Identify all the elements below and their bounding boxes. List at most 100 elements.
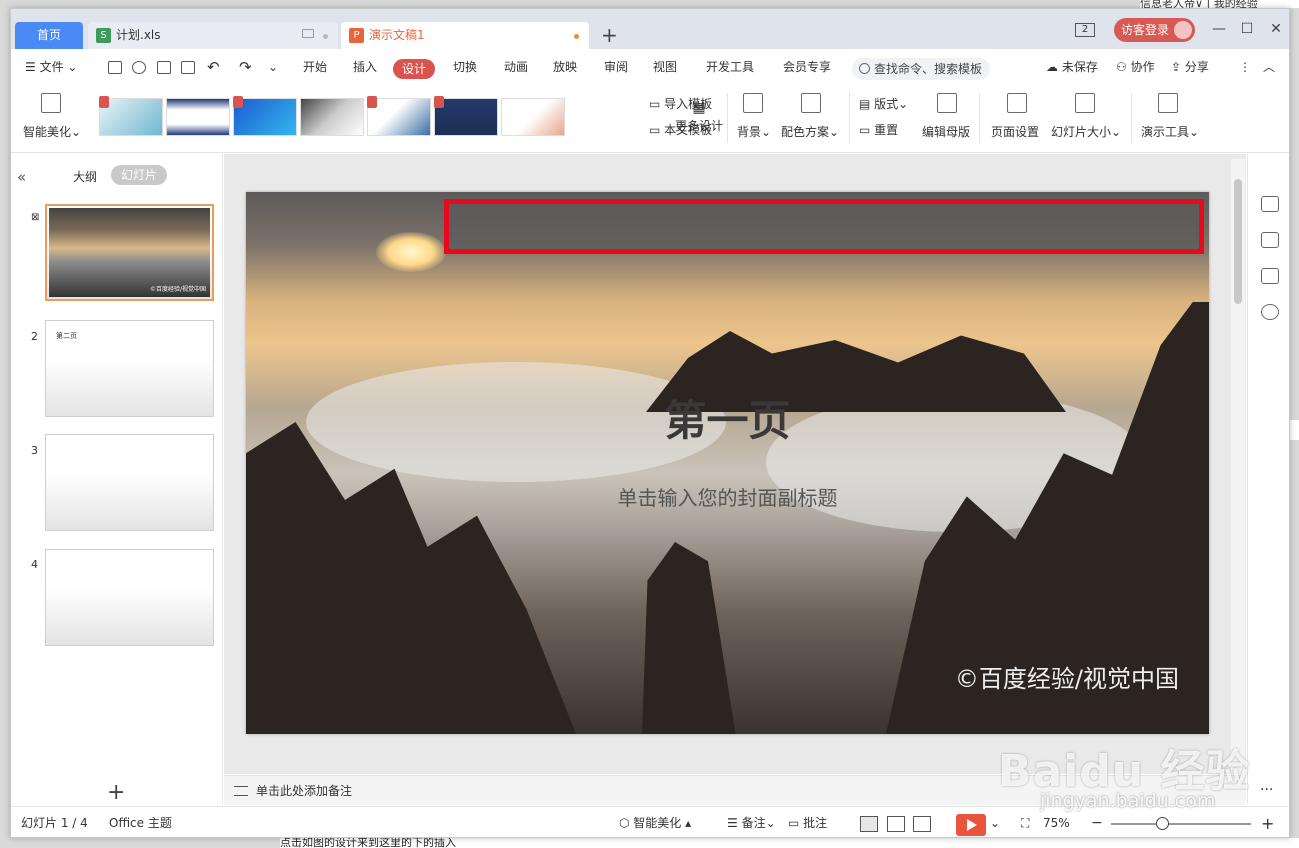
scroll-thumb[interactable] bbox=[1234, 179, 1242, 304]
slide-thumb-3[interactable] bbox=[45, 434, 214, 531]
save-icon[interactable] bbox=[108, 61, 122, 74]
zoom-in-button[interactable]: + bbox=[1261, 807, 1274, 837]
collab-button[interactable]: ⚇ 协作 bbox=[1116, 49, 1155, 85]
vip-badge-icon bbox=[434, 96, 444, 108]
print-icon[interactable] bbox=[157, 61, 171, 74]
template-thumb[interactable] bbox=[166, 98, 230, 136]
slide-size-button[interactable]: 幻灯片大小⌄ bbox=[1051, 123, 1121, 140]
slide-thumb-4[interactable] bbox=[45, 549, 214, 646]
template-thumb[interactable] bbox=[367, 96, 431, 136]
menu-animation[interactable]: 动画 bbox=[504, 49, 528, 85]
menu-view[interactable]: 视图 bbox=[653, 49, 677, 85]
vertical-scrollbar[interactable] bbox=[1231, 159, 1245, 774]
comments-button[interactable]: ▭ 批注 bbox=[788, 807, 827, 837]
background-icon bbox=[743, 93, 763, 113]
more-menu-icon[interactable]: ⋮ bbox=[1239, 49, 1251, 85]
reset-button[interactable]: ▭ 重置 bbox=[859, 121, 898, 138]
menu-design[interactable]: 设计 bbox=[393, 59, 436, 79]
tab-slides[interactable]: 幻灯片 bbox=[111, 165, 167, 185]
tab-outline[interactable]: 大纲 bbox=[73, 168, 97, 185]
visitor-login-button[interactable]: 访客登录 bbox=[1114, 18, 1195, 42]
background-label: 背景 bbox=[737, 125, 762, 139]
background-page-text-bottom: 点击如图的设计来到这里的下的插入 bbox=[280, 838, 1299, 848]
more-options-icon[interactable]: ··· bbox=[1260, 782, 1273, 798]
properties-icon[interactable] bbox=[1261, 196, 1279, 212]
slide-thumb-1[interactable]: ©百度经验/视觉中国 bbox=[45, 204, 214, 301]
star-icon[interactable] bbox=[1261, 232, 1279, 248]
present-tools-button[interactable]: 演示工具⌄ bbox=[1141, 123, 1199, 140]
tab-xls-file[interactable]: S 计划.xls bbox=[88, 22, 338, 49]
close-button[interactable]: ✕ bbox=[1268, 21, 1284, 37]
play-dropdown-icon[interactable]: ⌄ bbox=[990, 807, 1000, 837]
add-slide-button[interactable]: + bbox=[107, 780, 125, 805]
theme-name[interactable]: Office 主题 bbox=[109, 807, 172, 837]
help-icon[interactable] bbox=[1261, 304, 1279, 320]
menu-slideshow[interactable]: 放映 bbox=[553, 49, 577, 85]
fit-window-icon[interactable]: ⛶ bbox=[1021, 807, 1029, 837]
command-search[interactable]: 查找命令、搜索模板 bbox=[852, 58, 990, 80]
slide-subtitle[interactable]: 单击输入您的封面副标题 bbox=[246, 482, 1209, 511]
reading-view-icon[interactable] bbox=[913, 816, 931, 832]
collapse-panel-icon[interactable]: « bbox=[17, 168, 26, 186]
replace-icon[interactable] bbox=[1261, 268, 1279, 284]
play-slideshow-button[interactable] bbox=[956, 814, 986, 836]
color-scheme-button[interactable]: 配色方案⌄ bbox=[781, 123, 839, 140]
smart-beautify-button[interactable]: 智能美化⌄ bbox=[23, 123, 81, 140]
template-thumb[interactable] bbox=[434, 96, 498, 136]
vip-badge-icon bbox=[233, 96, 243, 108]
slide-sorter-icon[interactable] bbox=[887, 816, 905, 832]
background-button[interactable]: 背景⌄ bbox=[737, 123, 771, 140]
smart-beautify-status-button[interactable]: ⬡ 智能美化 ▴ bbox=[619, 807, 691, 837]
slide-watermark: ©百度经验/视觉中国 bbox=[954, 665, 1179, 693]
template-thumb[interactable] bbox=[501, 98, 565, 136]
current-slide[interactable]: 第一页 单击输入您的封面副标题 ©百度经验/视觉中国 bbox=[246, 192, 1209, 734]
slide-thumbnail-panel: « 大纲 幻灯片 ⊠ ©百度经验/视觉中国 2 第二页 3 4 + bbox=[11, 154, 223, 805]
layout-button[interactable]: ▤ 版式⌄ bbox=[859, 95, 908, 112]
collapse-ribbon-icon[interactable]: ︿ bbox=[1263, 49, 1275, 85]
notes-toggle-label: 备注 bbox=[741, 816, 766, 830]
minimize-button[interactable]: — bbox=[1211, 21, 1227, 37]
menu-developer[interactable]: 开发工具 bbox=[706, 49, 754, 85]
monitor-icon[interactable] bbox=[302, 29, 314, 38]
menu-member[interactable]: 会员专享 bbox=[783, 49, 831, 85]
menu-start[interactable]: 开始 bbox=[303, 49, 327, 85]
undo-icon[interactable]: ↶ bbox=[207, 49, 220, 85]
slide-size-label: 幻灯片大小 bbox=[1051, 125, 1112, 139]
doc-template-button[interactable]: ▭ 本文模板 bbox=[649, 121, 712, 138]
notes-toggle-button[interactable]: ☰ 备注⌄ bbox=[727, 807, 776, 837]
format-painter-icon[interactable] bbox=[132, 61, 146, 74]
quick-access-dropdown-icon[interactable]: ⌄ bbox=[268, 49, 278, 85]
redo-icon[interactable]: ↷ bbox=[239, 49, 252, 85]
template-thumb[interactable] bbox=[99, 96, 163, 136]
file-menu[interactable]: ☰ 文件 ⌄ bbox=[25, 49, 77, 85]
unsaved-button[interactable]: ☁ 未保存 bbox=[1046, 49, 1098, 85]
normal-view-icon[interactable] bbox=[860, 816, 878, 832]
zoom-slider[interactable] bbox=[1111, 823, 1251, 825]
tab-home[interactable]: 首页 bbox=[15, 22, 83, 49]
menu-transition[interactable]: 切换 bbox=[453, 49, 477, 85]
tab-presentation[interactable]: P 演示文稿1 bbox=[341, 22, 589, 49]
new-tab-button[interactable]: + bbox=[601, 23, 618, 47]
ribbon-divider bbox=[727, 93, 728, 143]
smart-beautify-icon bbox=[41, 93, 61, 113]
slide-title[interactable]: 第一页 bbox=[246, 387, 1209, 448]
menu-review[interactable]: 审阅 bbox=[604, 49, 628, 85]
edit-master-button[interactable]: 编辑母版 bbox=[922, 123, 970, 140]
unsaved-label: 未保存 bbox=[1061, 60, 1098, 74]
maximize-button[interactable]: ☐ bbox=[1239, 21, 1255, 37]
spreadsheet-icon: S bbox=[96, 28, 111, 43]
zoom-slider-handle[interactable] bbox=[1156, 817, 1169, 830]
search-label: 查找命令、搜索模板 bbox=[874, 62, 983, 76]
slide-counter: 幻灯片 1 / 4 bbox=[21, 816, 88, 830]
slide-thumb-2[interactable]: 第二页 bbox=[45, 320, 214, 417]
template-thumb[interactable] bbox=[233, 96, 297, 136]
template-thumb[interactable] bbox=[300, 98, 364, 136]
mountain-image bbox=[642, 542, 736, 734]
print-preview-icon[interactable] bbox=[181, 61, 195, 74]
window-count-badge[interactable]: 2 bbox=[1075, 23, 1095, 37]
layout-label: 版式 bbox=[874, 97, 899, 111]
page-setup-button[interactable]: 页面设置 bbox=[991, 123, 1039, 140]
menu-insert[interactable]: 插入 bbox=[353, 49, 377, 85]
import-template-button[interactable]: ▭ 导入模板 bbox=[649, 95, 712, 112]
share-button[interactable]: ⇪ 分享 bbox=[1171, 49, 1209, 85]
